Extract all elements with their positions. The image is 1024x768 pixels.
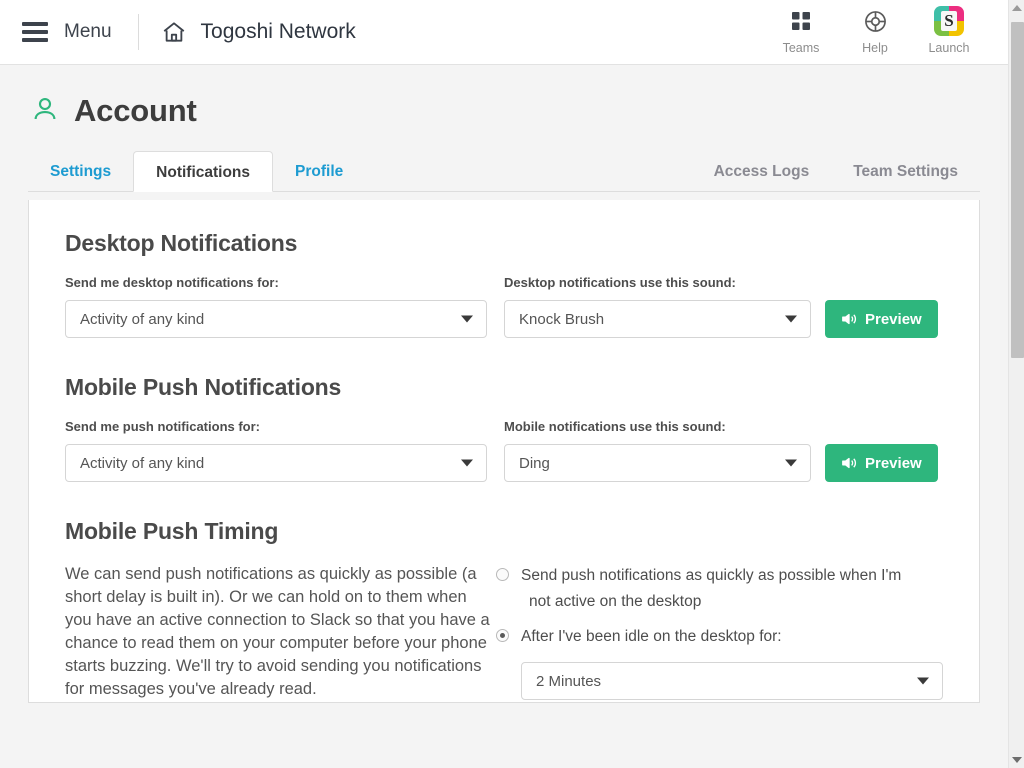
- tab-bar-right: Access Logs Team Settings: [692, 150, 980, 191]
- chevron-down-icon: [785, 459, 797, 467]
- desktop-sound-value: Knock Brush: [519, 310, 605, 328]
- tab-notifications[interactable]: Notifications: [133, 151, 274, 192]
- radio-idle-label: After I've been idle on the desktop for:: [521, 628, 782, 645]
- menu-label: Menu: [64, 21, 112, 42]
- user-icon: [30, 94, 60, 129]
- help-button[interactable]: Help: [838, 6, 912, 55]
- chevron-down-icon: [785, 315, 797, 323]
- top-navigation-bar: Menu Togoshi Network Teams Help S Launch: [0, 0, 1008, 65]
- desktop-notifications-value: Activity of any kind: [80, 310, 205, 328]
- tab-settings[interactable]: Settings: [28, 151, 133, 192]
- mobile-sound-label: Mobile notifications use this sound:: [504, 419, 726, 434]
- mobile-notifications-label: Send me push notifications for:: [65, 419, 261, 434]
- tab-profile[interactable]: Profile: [273, 151, 365, 192]
- idle-duration-value: 2 Minutes: [536, 672, 602, 690]
- tab-team-settings[interactable]: Team Settings: [831, 151, 980, 192]
- launch-button[interactable]: S Launch: [912, 6, 986, 55]
- mobile-notifications-select[interactable]: Activity of any kind: [65, 444, 487, 482]
- notifications-panel: Desktop Notifications Send me desktop no…: [28, 200, 980, 703]
- mobile-notifications-value: Activity of any kind: [80, 454, 205, 472]
- radio-immediate-line2: not active on the desktop: [529, 593, 702, 610]
- header-divider: [137, 14, 139, 50]
- help-label: Help: [862, 41, 888, 55]
- desktop-notifications-label: Send me desktop notifications for:: [65, 275, 279, 290]
- desktop-sound-select[interactable]: Knock Brush: [504, 300, 811, 338]
- teams-button[interactable]: Teams: [764, 6, 838, 55]
- slack-logo-icon: S: [912, 6, 986, 36]
- section-heading-mobile: Mobile Push Notifications: [65, 374, 342, 400]
- section-mobile-push-notifications: Mobile Push Notifications Send me push n…: [65, 374, 943, 482]
- idle-duration-select[interactable]: 2 Minutes: [521, 662, 943, 700]
- radio-immediate-line1: Send push notifications as quickly as po…: [521, 567, 902, 584]
- radio-immediate-label: Send push notifications as quickly as po…: [521, 563, 921, 615]
- radio-idle-input[interactable]: [496, 629, 509, 642]
- tab-bar: Settings Notifications Profile Access Lo…: [28, 151, 980, 192]
- section-desktop-notifications: Desktop Notifications Send me desktop no…: [65, 230, 943, 338]
- launch-label: Launch: [928, 41, 970, 55]
- tab-access-logs[interactable]: Access Logs: [692, 151, 832, 192]
- desktop-sound-label: Desktop notifications use this sound:: [504, 275, 736, 290]
- sound-icon: [841, 456, 857, 470]
- mobile-sound-select[interactable]: Ding: [504, 444, 811, 482]
- grid-icon: [764, 6, 838, 36]
- mobile-sound-value: Ding: [519, 454, 550, 472]
- radio-immediate-input[interactable]: [496, 568, 509, 581]
- menu-button[interactable]: Menu: [22, 21, 112, 43]
- home-icon: [161, 19, 187, 45]
- brand-home-link[interactable]: Togoshi Network: [161, 19, 356, 45]
- chevron-down-icon: [461, 315, 473, 323]
- mobile-preview-button[interactable]: Preview: [825, 444, 938, 482]
- radio-option-idle[interactable]: After I've been idle on the desktop for:: [496, 624, 943, 650]
- desktop-notifications-select[interactable]: Activity of any kind: [65, 300, 487, 338]
- scrollbar-thumb[interactable]: [1011, 22, 1024, 358]
- brand-title: Togoshi Network: [200, 20, 356, 43]
- sound-icon: [841, 312, 857, 326]
- page-title-text: Account: [74, 93, 197, 128]
- top-actions: Teams Help S Launch: [764, 6, 986, 55]
- app-window: Menu Togoshi Network Teams Help S Launch…: [0, 0, 1024, 768]
- hamburger-icon[interactable]: [22, 22, 48, 42]
- chevron-down-icon: [461, 459, 473, 467]
- mobile-preview-label: Preview: [865, 454, 922, 472]
- page-scrollbar[interactable]: [1008, 0, 1024, 768]
- chevron-down-icon: [917, 677, 929, 685]
- section-heading-timing: Mobile Push Timing: [65, 518, 279, 544]
- radio-option-immediate[interactable]: Send push notifications as quickly as po…: [496, 563, 943, 615]
- desktop-preview-label: Preview: [865, 310, 922, 328]
- teams-label: Teams: [782, 41, 820, 55]
- page-title: Account: [30, 93, 1008, 129]
- scroll-up-arrow[interactable]: [1009, 0, 1024, 16]
- section-mobile-push-timing: Mobile Push Timing We can send push noti…: [65, 518, 943, 701]
- section-heading-desktop: Desktop Notifications: [65, 230, 298, 256]
- lifebuoy-icon: [838, 6, 912, 36]
- timing-description: We can send push notifications as quickl…: [65, 565, 490, 698]
- scroll-down-arrow[interactable]: [1009, 752, 1024, 768]
- desktop-preview-button[interactable]: Preview: [825, 300, 938, 338]
